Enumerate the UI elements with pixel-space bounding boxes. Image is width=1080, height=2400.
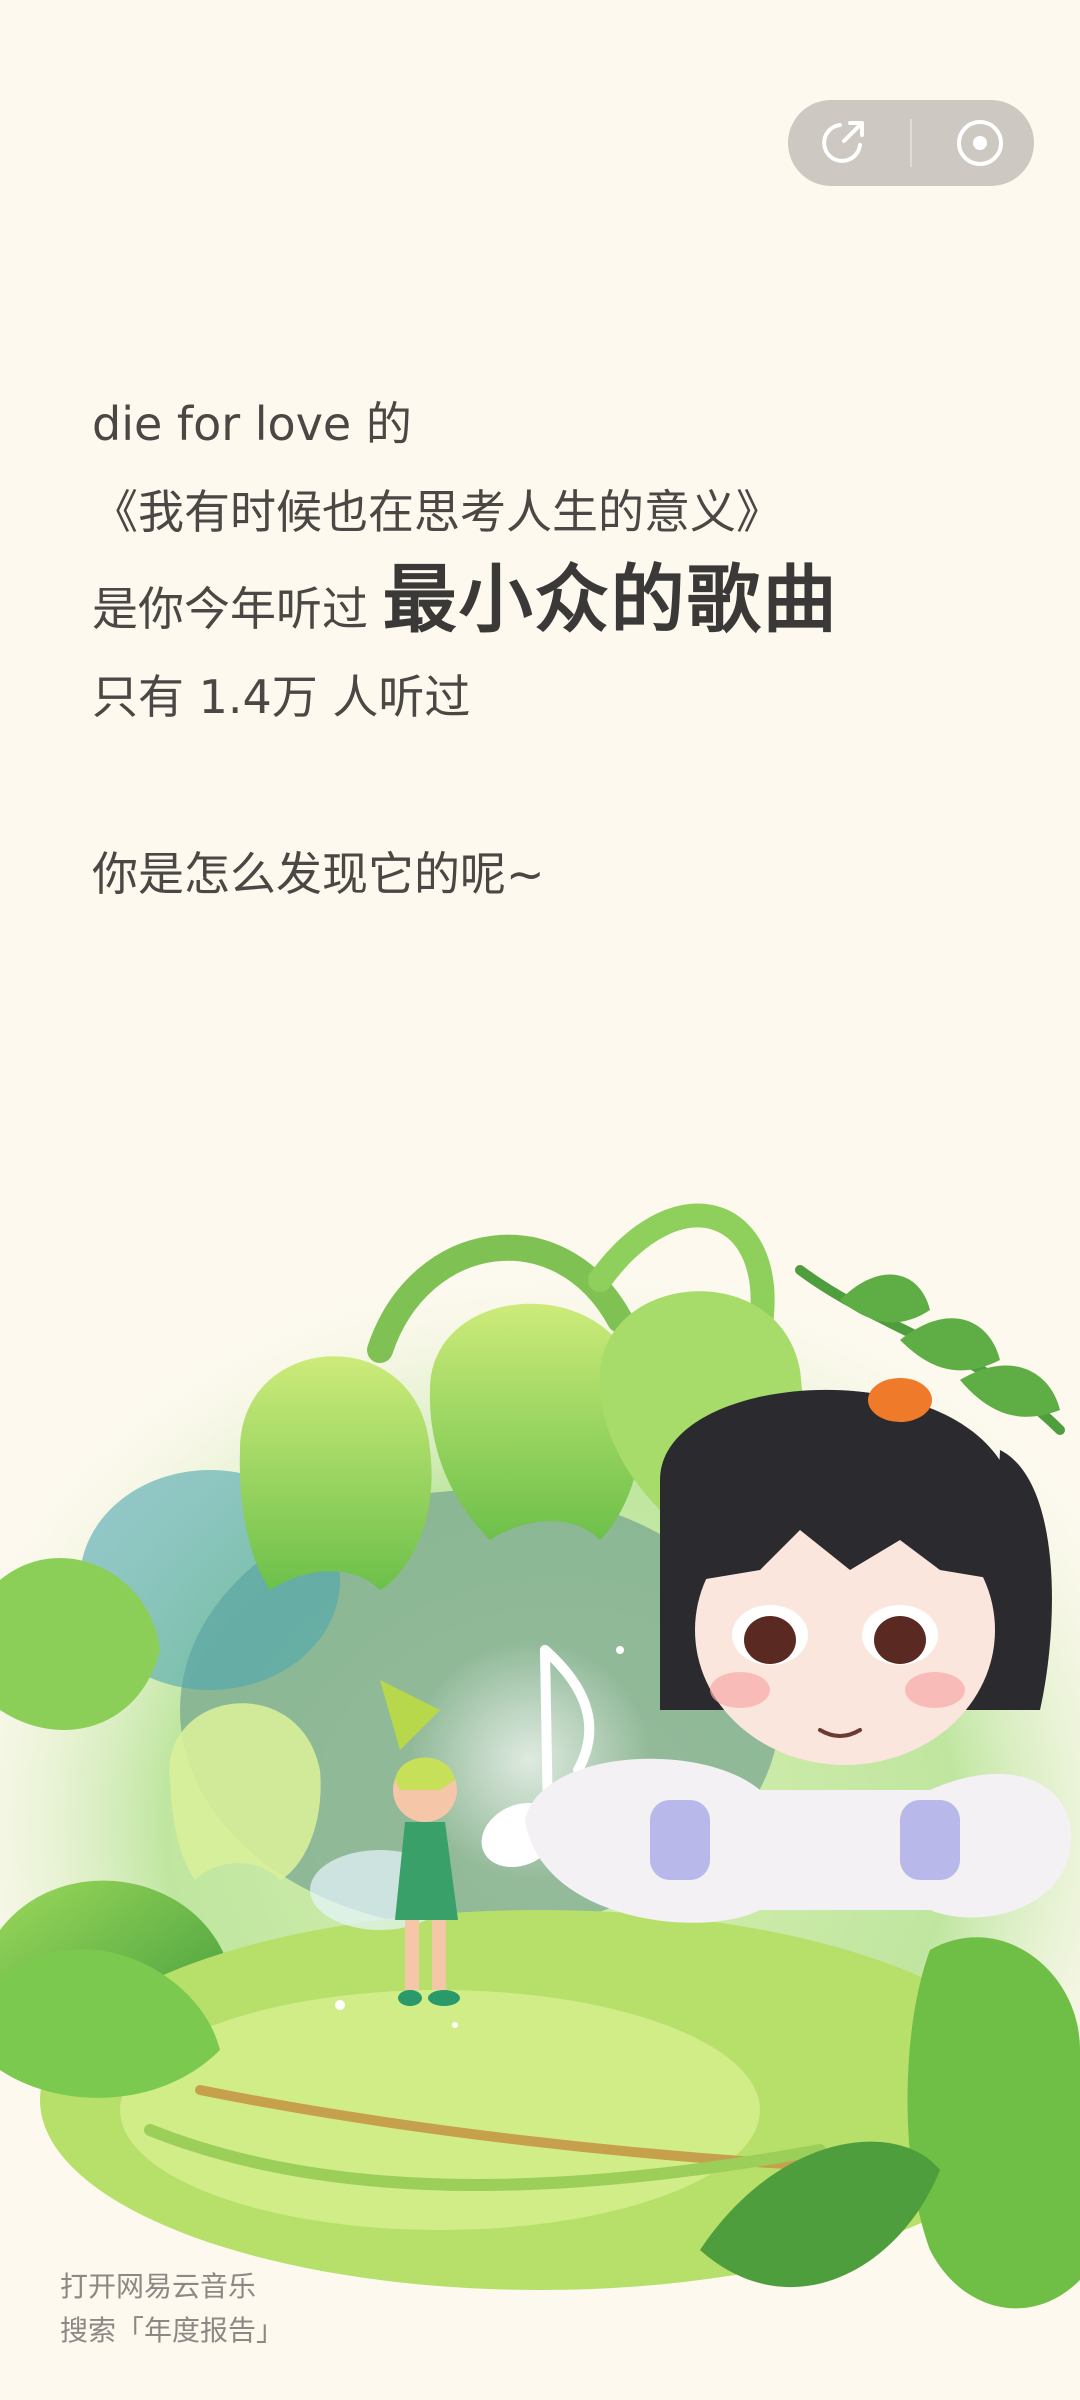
record-button[interactable] bbox=[940, 103, 1020, 183]
share-button[interactable] bbox=[802, 103, 882, 183]
footer-line-2: 搜索「年度报告」 bbox=[60, 2314, 285, 2347]
niche-emphasis: 最小众的歌曲 bbox=[382, 547, 867, 643]
top-action-capsule bbox=[788, 100, 1034, 186]
artist-line: die for love 的 bbox=[92, 397, 412, 451]
grass-light bbox=[120, 1990, 760, 2230]
forest-illustration bbox=[0, 1203, 1080, 2309]
sparkle-2 bbox=[616, 1646, 624, 1654]
footer-hint: 打开网易云音乐 搜索「年度报告」 bbox=[60, 2265, 284, 2353]
bell-flower-1 bbox=[239, 1356, 432, 1590]
share-arrow-icon bbox=[822, 121, 864, 163]
sparkle-1 bbox=[335, 2000, 345, 2010]
niche-emphasis-text: 最小众的歌曲 bbox=[382, 557, 839, 643]
report-text: die for love 的 《我有时候也在思考人生的意义》 是你今年听过 最小… bbox=[92, 380, 992, 741]
niche-song-line: 是你今年听过 最小众的歌曲 bbox=[92, 547, 992, 653]
fern-leaf-1 bbox=[840, 1274, 930, 1323]
sparkle-3 bbox=[452, 2022, 458, 2028]
niche-prefix: 是你今年听过 bbox=[92, 582, 383, 636]
listener-count-line: 只有 1.4万 人听过 bbox=[92, 670, 471, 724]
foreground-leaf-right bbox=[907, 1937, 1080, 2309]
target-dot-icon bbox=[957, 120, 1003, 166]
capsule-divider bbox=[910, 119, 912, 167]
footer-line-1: 打开网易云音乐 bbox=[60, 2270, 257, 2303]
bell-flower-4 bbox=[169, 1703, 321, 1880]
song-title-line: 《我有时候也在思考人生的意义》 bbox=[92, 485, 782, 539]
question-text: 你是怎么发现它的呢~ bbox=[92, 847, 545, 901]
